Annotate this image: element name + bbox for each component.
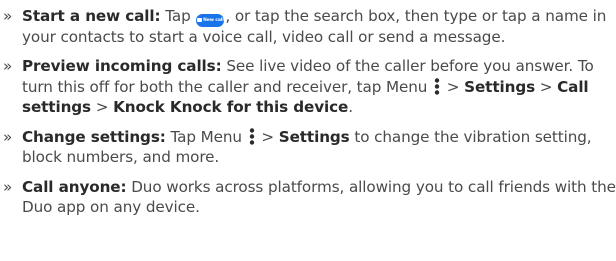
list-item-call-anyone: » Call anyone: Duo works across platform… [3, 177, 616, 218]
item-text: Tap [160, 7, 196, 25]
item-text: > [442, 77, 465, 96]
item-title: Change settings: [22, 127, 166, 146]
item-text: > [256, 127, 279, 146]
item-text: . [348, 98, 353, 116]
list-item-preview-incoming-calls: » Preview incoming calls: See live video… [3, 56, 616, 118]
item-title: Call anyone: [22, 177, 127, 196]
menu-icon [434, 77, 440, 95]
new-call-button-icon: New call [196, 13, 225, 27]
list-item-start-new-call: » Start a new call: Tap New call, or tap… [3, 6, 616, 47]
document-body: » Start a new call: Tap New call, or tap… [0, 0, 616, 261]
new-call-icon-label: New call [203, 17, 224, 23]
bullet-marker: » [3, 57, 13, 75]
item-title: Preview incoming calls: [22, 57, 222, 75]
settings-label: Settings [464, 77, 536, 96]
item-text: > [91, 98, 114, 116]
knock-knock-label: Knock Knock for this device [113, 98, 349, 116]
bullet-marker: » [3, 127, 13, 146]
bullet-marker: » [3, 7, 13, 25]
settings-label: Settings [278, 127, 350, 146]
item-text: Tap Menu [165, 127, 247, 146]
bullet-marker: » [3, 177, 13, 196]
item-text: > [535, 77, 558, 96]
item-title: Start a new call: [22, 7, 161, 25]
list-item-change-settings: » Change settings: Tap Menu > Settings t… [3, 127, 616, 168]
menu-icon [249, 127, 254, 145]
